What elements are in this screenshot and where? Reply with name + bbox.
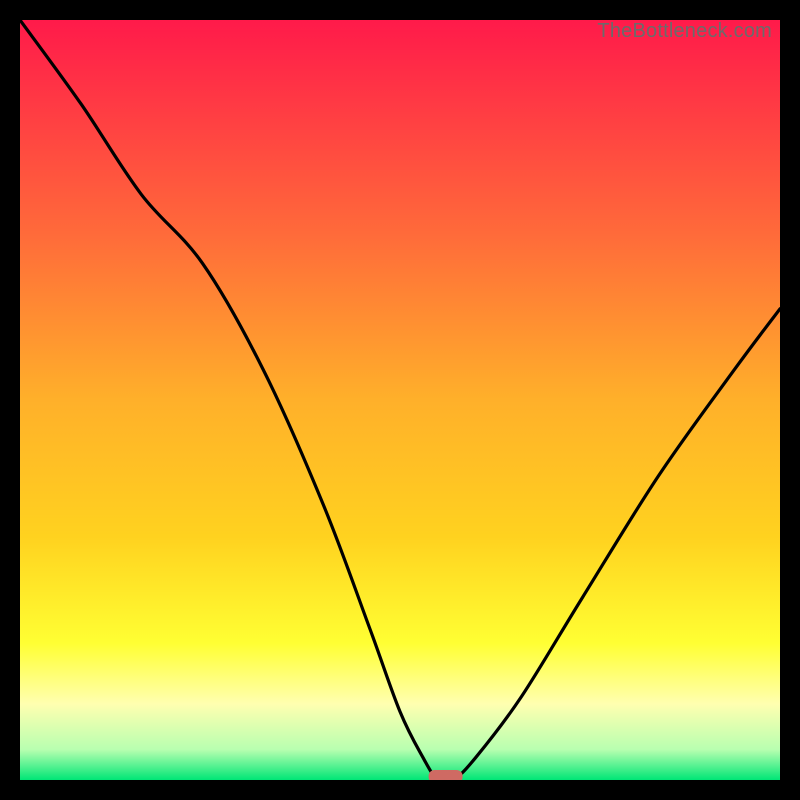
chart-frame: TheBottleneck.com [20,20,780,780]
minimum-marker [429,770,463,780]
chart-svg [20,20,780,780]
gradient-background [20,20,780,780]
watermark-text: TheBottleneck.com [597,20,772,43]
